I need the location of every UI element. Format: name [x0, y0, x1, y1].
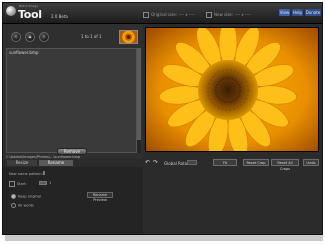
view-button[interactable]: View — [279, 9, 290, 16]
scrollbar-thumb[interactable] — [137, 48, 141, 140]
help-button[interactable]: Help — [292, 9, 303, 16]
reset-all-crops-button[interactable]: Reset All Crops — [271, 159, 299, 171]
original-size-text: Original size: ---- x ---- — [151, 12, 195, 17]
image-preview[interactable] — [145, 27, 319, 152]
start-row: Start: — [9, 181, 27, 187]
radio-icon[interactable] — [11, 194, 16, 199]
undo-button[interactable]: Undo — [303, 159, 319, 166]
preview-toolbar: ↶ ↷ Global Rotation: Fit Reset Crop Rese… — [143, 159, 322, 171]
rotate-right-icon[interactable]: ↷ — [153, 159, 158, 166]
option-keep-original[interactable]: Keep original — [11, 194, 41, 199]
reset-crop-button[interactable]: Reset Crop — [243, 159, 269, 166]
start-checkbox[interactable] — [9, 181, 15, 187]
start-value: 1 — [49, 181, 52, 185]
donate-button[interactable]: Donate — [305, 9, 321, 16]
file-panel: ‹ ▴ › 1 to 1 of 1 sunflower.bmp C:\Adobe… — [3, 24, 143, 159]
title-bar: Batch Image Tool 2.0 Beta Original size:… — [3, 3, 322, 24]
file-list-scrollbar[interactable] — [137, 48, 141, 153]
thumbnail-image[interactable] — [119, 30, 138, 44]
remove-button[interactable]: Remove — [57, 148, 87, 155]
app-logo-icon — [6, 6, 16, 16]
sunflower-image — [146, 28, 318, 151]
start-label: Start: — [17, 182, 27, 186]
image-counter: 1 to 1 of 1 — [81, 34, 102, 39]
app-window: Batch Image Tool 2.0 Beta Original size:… — [2, 2, 323, 235]
option-all-words-label: All words — [18, 203, 34, 208]
tab-rename[interactable]: Rename — [39, 160, 73, 166]
rotation-field[interactable] — [187, 160, 197, 165]
option-keep-original-label: Keep original — [18, 194, 41, 199]
rotate-left-icon[interactable]: ↶ — [145, 159, 150, 166]
list-item[interactable]: sunflower.bmp — [9, 50, 38, 55]
fit-button[interactable]: Fit — [213, 159, 237, 166]
new-name-label: New name pattern: — [9, 172, 43, 176]
new-size-info[interactable]: New size: ---- x ---- — [206, 12, 251, 18]
settings-tabs: Resize Rename — [3, 159, 81, 167]
rename-panel: New name pattern: Start: 1 Keep original… — [3, 167, 143, 234]
next-icon[interactable]: › — [39, 32, 49, 42]
new-name-field[interactable] — [43, 171, 45, 175]
open-icon[interactable]: ▴ — [25, 32, 35, 42]
original-size-checkbox[interactable] — [143, 12, 149, 18]
rename-preview-button[interactable]: Rename Preview — [87, 192, 113, 202]
previous-icon[interactable]: ‹ — [11, 32, 21, 42]
app-name: Tool — [18, 8, 42, 21]
original-size-info[interactable]: Original size: ---- x ---- — [143, 12, 195, 18]
window-shadow — [5, 235, 323, 241]
new-size-checkbox[interactable] — [206, 12, 212, 18]
option-all-words[interactable]: All words — [11, 203, 34, 208]
new-size-text: New size: ---- x ---- — [214, 12, 251, 17]
radio-icon[interactable] — [11, 203, 16, 208]
file-list[interactable]: sunflower.bmp — [6, 48, 137, 153]
app-version: 2.0 Beta — [51, 14, 68, 19]
start-field[interactable] — [39, 181, 47, 185]
tab-resize[interactable]: Resize — [7, 160, 37, 166]
